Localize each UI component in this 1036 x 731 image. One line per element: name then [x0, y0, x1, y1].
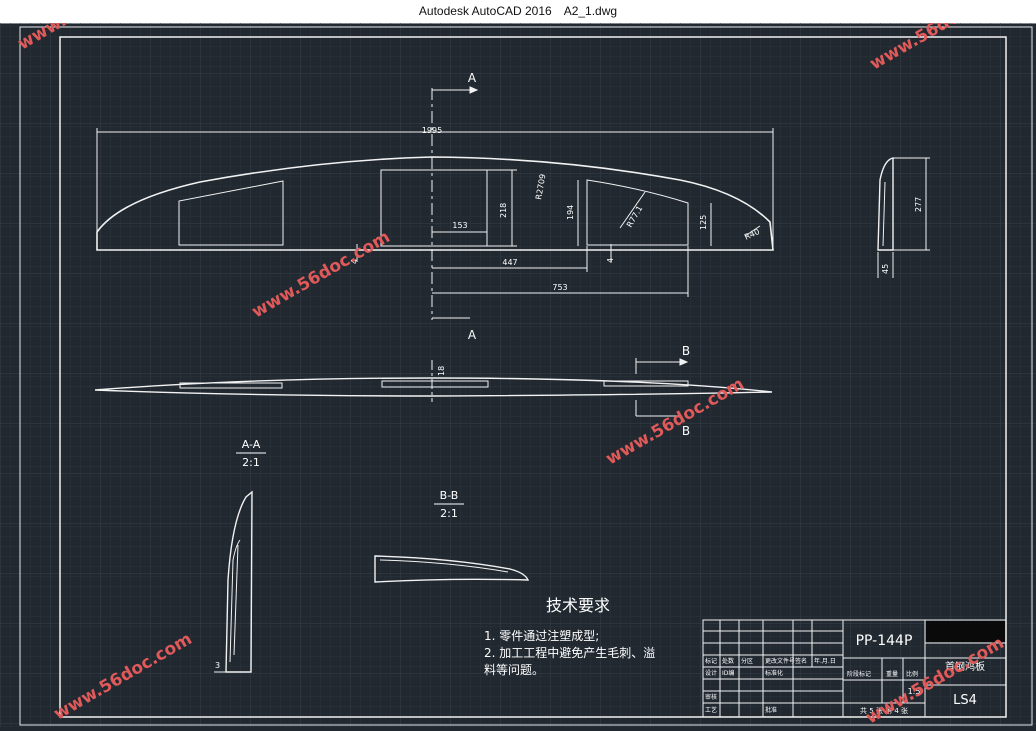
section-b-top-label: B [682, 344, 690, 358]
app-title: Autodesk AutoCAD 2016 [418, 4, 552, 18]
dim-218: 218 [499, 203, 508, 218]
tb-r1-c5: 签名 [795, 657, 807, 665]
drawing-svg[interactable]: 1995 R2709 R77.1 218 194 125 R40 153 447… [0, 0, 1036, 728]
tb-r1-c2: 处数 [722, 657, 734, 665]
dim-447: 447 [502, 258, 517, 267]
tech-req-heading: 技术要求 [546, 596, 610, 615]
dim-753: 753 [552, 283, 567, 292]
dim-45: 45 [881, 264, 890, 274]
file-name: A2_1.dwg [563, 4, 618, 18]
drawing-number: PP-144P [856, 633, 913, 649]
section-a-top-label: A [468, 71, 477, 85]
tb-r5-c2: 批准 [765, 706, 777, 714]
tb-r3-c1: 阶段标记 [847, 670, 871, 678]
section-bb-scale: 2:1 [440, 507, 458, 520]
tb-r1-c4: 更改文件号 [765, 657, 795, 665]
tb-r3-c3: 比例 [906, 670, 918, 678]
tb-r2-c2: ID编 [722, 669, 734, 677]
title-block-row1: 标记 处数 分区 更改文件号 签名 年.月.日 [705, 657, 836, 665]
section-aa-title: A-A [242, 438, 261, 451]
tb-r1-c3: 分区 [741, 657, 753, 665]
tech-req-line2: 2. 加工工程中避免产生毛刺、溢 [484, 645, 655, 660]
dim-125: 125 [699, 215, 708, 230]
sheet-code: LS4 [953, 693, 977, 708]
tb-r1-c6: 年.月.日 [814, 657, 836, 665]
tb-r2-c1: 设计 [705, 669, 717, 677]
grid [0, 23, 1036, 727]
tech-req-line1: 1. 零件通过注塑成型; [484, 628, 599, 643]
dim-18: 18 [437, 366, 446, 376]
tech-req-line3: 料等问题。 [484, 663, 544, 677]
dim-3: 3 [215, 661, 220, 670]
tb-r4-c1: 审核 [705, 693, 717, 701]
tb-r5-c1: 工艺 [705, 706, 717, 714]
dim-overall-length: 1995 [422, 126, 442, 135]
window-title: Autodesk AutoCAD 2016 A2_1.dwg [0, 4, 1036, 18]
tb-r1-c1: 标记 [705, 657, 717, 665]
dim-4-right: 4 [606, 258, 615, 263]
tb-r2-c3: 标准化 [765, 669, 783, 677]
section-bb-title: B-B [440, 489, 459, 502]
section-aa-scale: 2:1 [242, 456, 260, 469]
dim-194: 194 [566, 205, 575, 220]
tb-r3-c2: 重量 [886, 670, 898, 678]
dim-153: 153 [452, 221, 467, 230]
section-a-bottom-label: A [468, 328, 477, 342]
drawing-canvas[interactable]: 1995 R2709 R77.1 218 194 125 R40 153 447… [0, 0, 1036, 728]
title-bar: Autodesk AutoCAD 2016 A2_1.dwg [0, 0, 1036, 24]
dim-277: 277 [914, 197, 923, 212]
